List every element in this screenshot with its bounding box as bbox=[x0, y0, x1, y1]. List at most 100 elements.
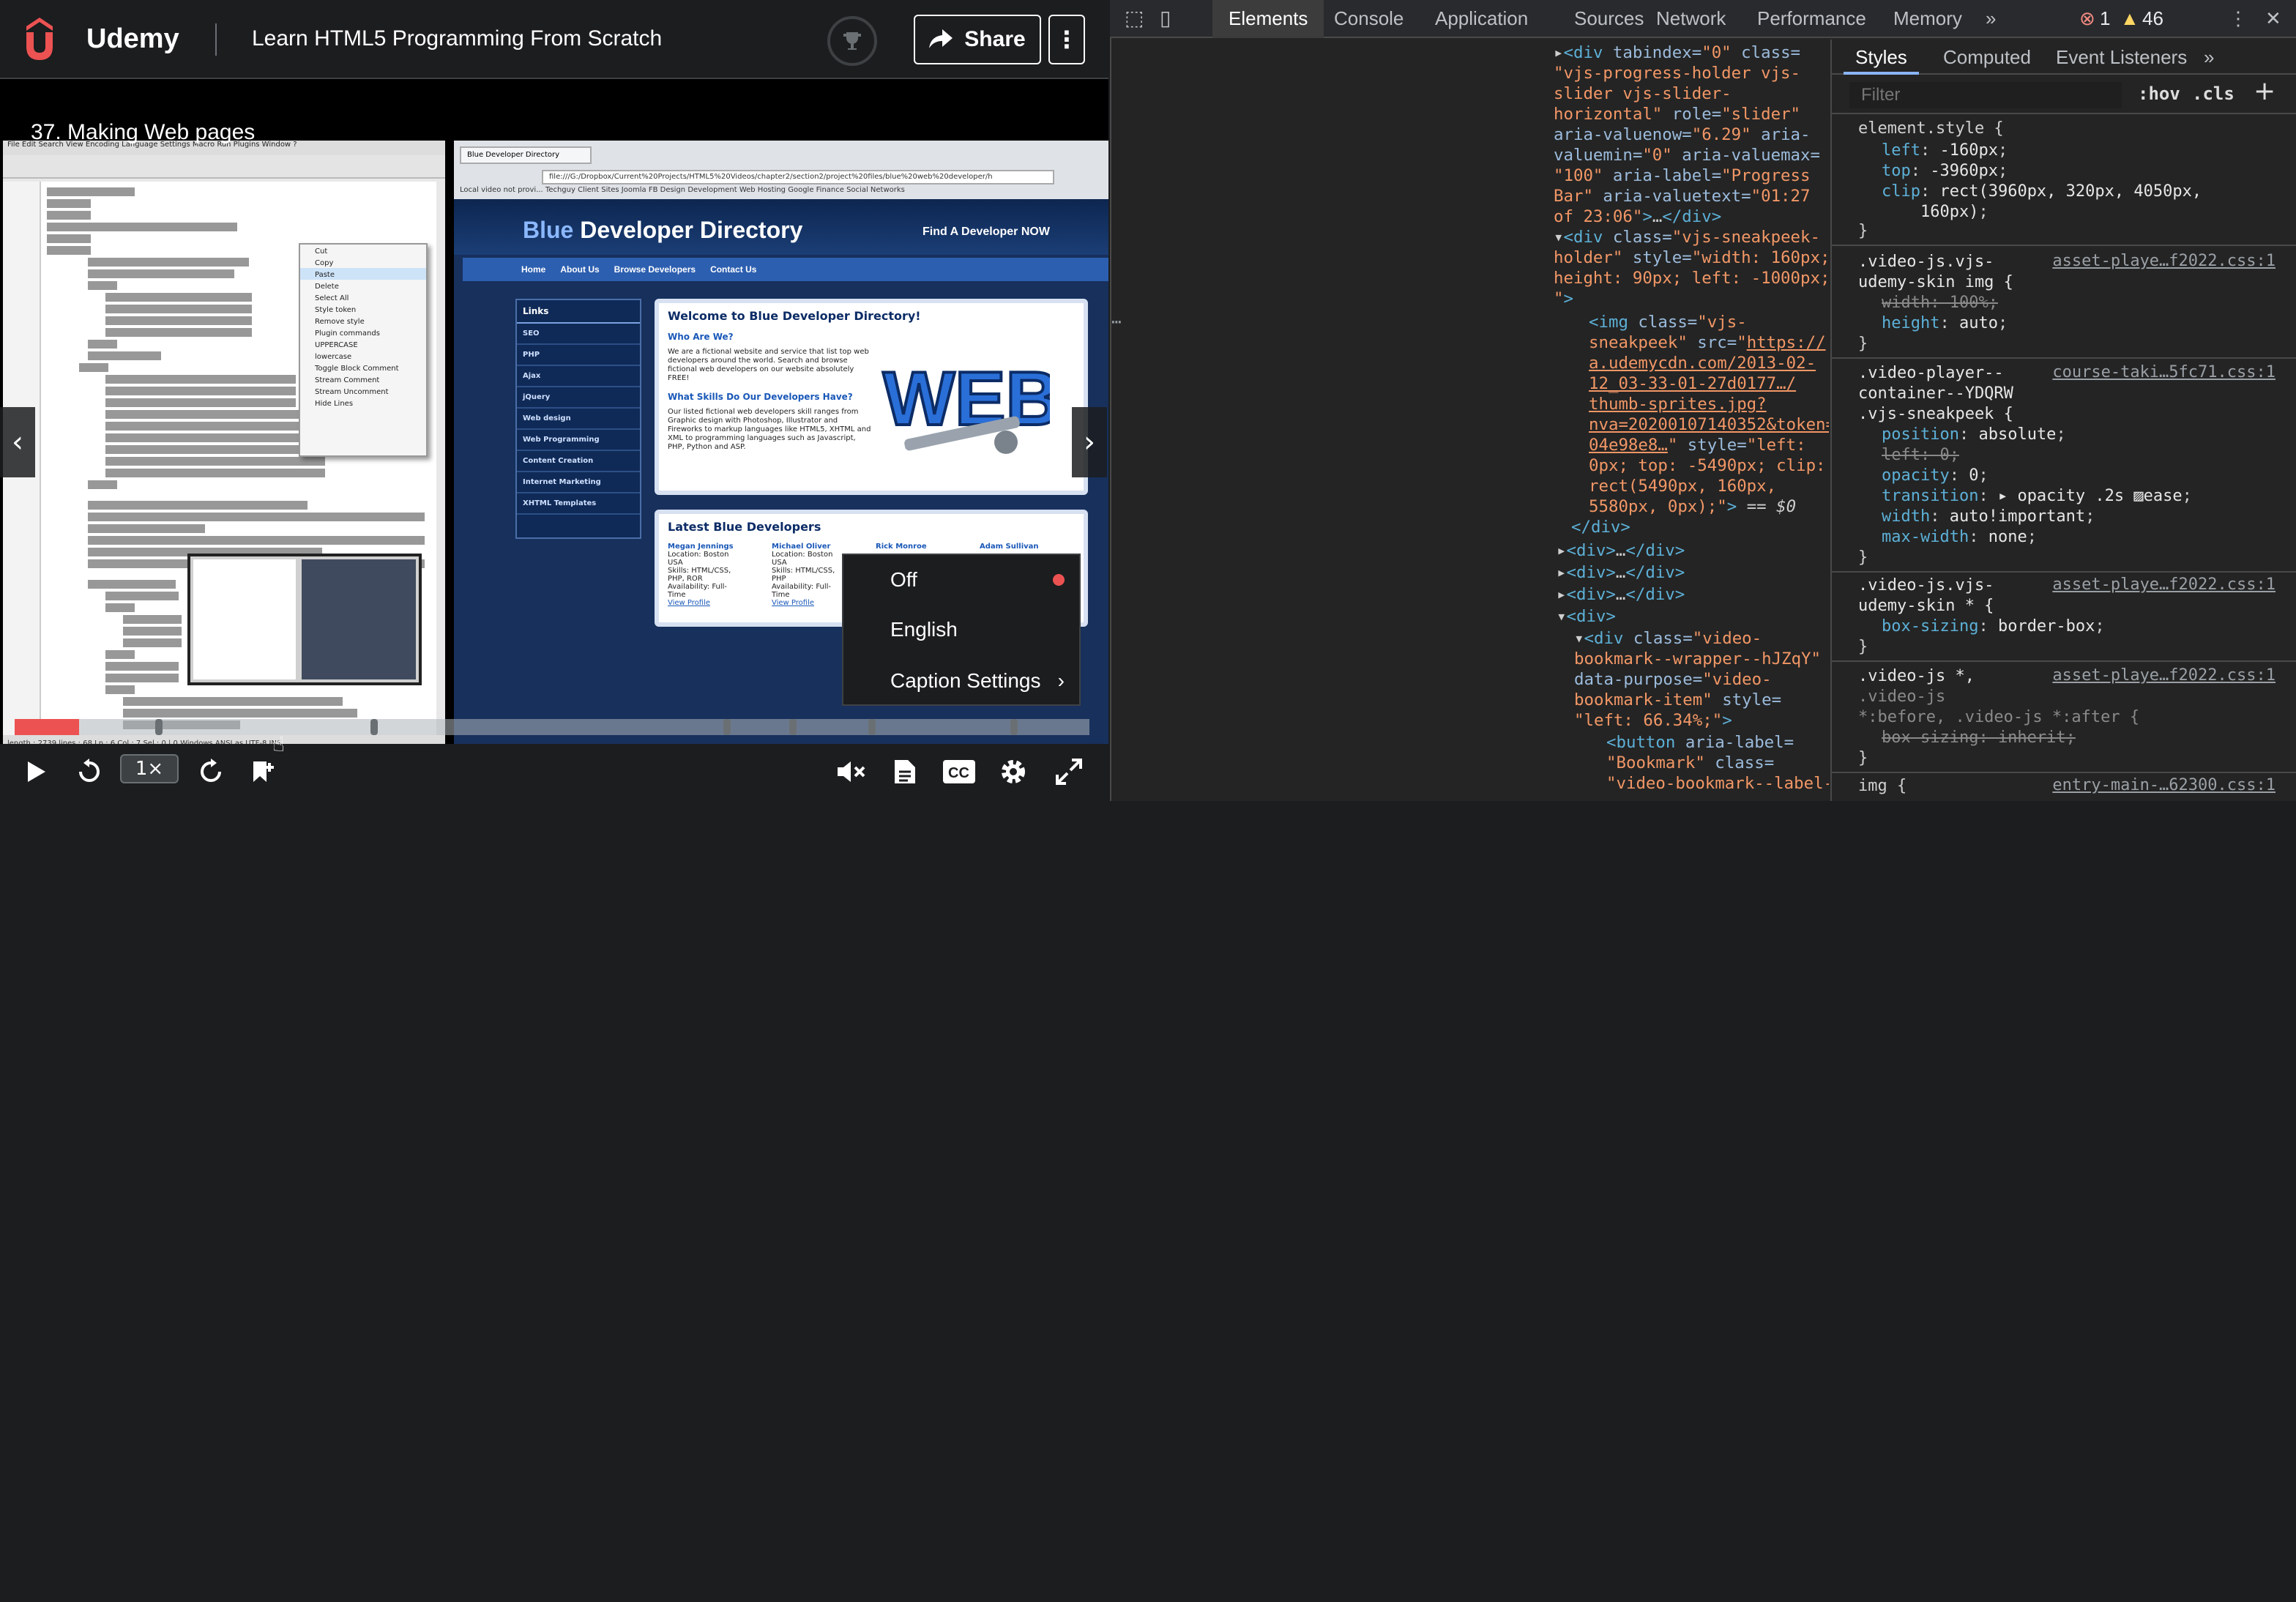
rule-selector[interactable]: *:before, .video-js *:after { bbox=[1858, 707, 2139, 728]
hover-state-toggle[interactable]: :hov bbox=[2138, 83, 2180, 104]
add-rule-icon[interactable]: + bbox=[2254, 76, 2276, 106]
dom-node[interactable]: ▸<div tabindex="0" class= bbox=[1554, 42, 1800, 63]
tab-elements[interactable]: Elements bbox=[1212, 0, 1324, 38]
rule-selector[interactable]: img { bbox=[1858, 776, 1906, 797]
dom-node[interactable]: bookmark-item" style= bbox=[1574, 690, 1781, 710]
devtools-menu-icon[interactable]: ⋮ bbox=[2229, 0, 2248, 38]
more-options-button[interactable]: ⋮ bbox=[1048, 15, 1085, 64]
dom-node[interactable]: aria-valuenow="6.29" aria- bbox=[1554, 124, 1811, 145]
dom-node[interactable]: ▾<div class="vjs-sneakpeek- bbox=[1554, 227, 1820, 247]
dom-node-selected[interactable]: 5580px, 0px);"> == $0 bbox=[1589, 496, 1796, 517]
bookmark-marker[interactable] bbox=[1010, 719, 1018, 735]
rule-selector[interactable]: .vjs-sneakpeek { bbox=[1858, 404, 2013, 425]
tab-sources[interactable]: Sources bbox=[1574, 0, 1644, 38]
rule-source-link[interactable]: asset-playe…f2022.css:1 bbox=[2052, 666, 2276, 685]
error-icon[interactable]: ⊗ bbox=[2079, 0, 2095, 38]
next-lecture-button[interactable]: › bbox=[1072, 407, 1107, 477]
tab-styles[interactable]: Styles bbox=[1844, 40, 1919, 75]
dom-node[interactable]: horizontal" role="slider" bbox=[1554, 104, 1800, 124]
warning-count[interactable]: 46 bbox=[2142, 0, 2163, 38]
tab-console[interactable]: Console bbox=[1334, 0, 1404, 38]
caption-settings-item[interactable]: Caption Settings › bbox=[843, 656, 1082, 706]
rule-property[interactable]: opacity: 0; bbox=[1882, 466, 1988, 486]
warning-icon[interactable]: ▲ bbox=[2120, 0, 2139, 38]
dom-node[interactable]: "Bookmark" class= bbox=[1606, 753, 1774, 773]
fullscreen-button[interactable] bbox=[1051, 754, 1086, 789]
bookmark-marker[interactable] bbox=[789, 719, 797, 735]
dom-node[interactable]: "vjs-progress-holder vjs- bbox=[1554, 63, 1800, 83]
rule-property[interactable]: 160px); bbox=[1882, 202, 1988, 223]
tab-computed[interactable]: Computed bbox=[1943, 40, 2031, 75]
rule-source-link[interactable]: asset-playe…f2022.css:1 bbox=[2052, 252, 2276, 270]
rule-property[interactable]: position: absolute; bbox=[1882, 425, 2066, 445]
dom-node[interactable]: ▾<div class="video- bbox=[1574, 628, 1762, 649]
tab-memory[interactable]: Memory bbox=[1893, 0, 1962, 38]
rule-property[interactable]: box-sizing: border-box; bbox=[1882, 616, 2105, 637]
rule-property[interactable]: max-width: none; bbox=[1882, 527, 2037, 548]
dom-node[interactable]: Bar" aria-valuetext="01:27 bbox=[1554, 186, 1811, 206]
dom-node[interactable]: "> bbox=[1554, 288, 1573, 309]
dom-node-selected[interactable]: rect(5490px, 160px, bbox=[1589, 476, 1776, 496]
rule-property[interactable]: left: -160px; bbox=[1882, 141, 2008, 161]
progress-trophy-button[interactable] bbox=[827, 16, 877, 66]
dom-node-selected[interactable]: thumb-sprites.jpg? bbox=[1589, 394, 1767, 414]
more-tabs-icon[interactable]: » bbox=[2204, 40, 2214, 75]
rule-property[interactable]: width: 100%; bbox=[1882, 293, 1998, 313]
tab-application[interactable]: Application bbox=[1435, 0, 1528, 38]
rule-property[interactable]: box-sizing: inherit; bbox=[1882, 728, 2076, 748]
forward-button[interactable] bbox=[193, 754, 228, 789]
dom-node[interactable]: "100" aria-label="Progress bbox=[1554, 165, 1811, 186]
rule-property[interactable]: transition: ▸ opacity .2s ▨ease; bbox=[1882, 486, 2192, 507]
bookmark-marker[interactable] bbox=[155, 719, 163, 735]
rule-source-link[interactable]: course-taki…5fc71.css:1 bbox=[2052, 363, 2276, 381]
caption-option-off[interactable]: Off bbox=[843, 555, 1082, 605]
course-title[interactable]: Learn HTML5 Programming From Scratch bbox=[252, 26, 662, 51]
brand-name[interactable]: Udemy bbox=[86, 23, 179, 55]
dom-node-selected[interactable]: 04e98e8…" style="left: bbox=[1589, 435, 1806, 455]
rule-selector[interactable]: container--YDQRW bbox=[1858, 384, 2013, 404]
rule-property[interactable]: width: auto!important; bbox=[1882, 507, 2095, 527]
dom-node[interactable]: bookmark--wrapper--hJZqY" bbox=[1574, 649, 1821, 669]
bookmark-marker[interactable] bbox=[868, 719, 876, 735]
inspect-element-icon[interactable]: ⬚ bbox=[1125, 0, 1144, 38]
rule-property[interactable]: height: auto; bbox=[1882, 313, 2008, 334]
class-toggle[interactable]: .cls bbox=[2192, 83, 2234, 104]
rule-source-link[interactable]: entry-main-…62300.css:1 bbox=[2052, 776, 2276, 794]
device-toolbar-icon[interactable]: ▯ bbox=[1160, 0, 1171, 38]
dom-node[interactable]: <button aria-label= bbox=[1606, 732, 1794, 753]
bookmark-marker[interactable] bbox=[723, 719, 731, 735]
dom-node[interactable]: ▸<div>…</div> bbox=[1557, 540, 1685, 561]
rule-selector[interactable]: element.style { bbox=[1858, 119, 2004, 139]
dom-node-selected[interactable]: 0px; top: -5490px; clip: bbox=[1589, 455, 1826, 476]
rule-selector[interactable]: .video-js.vjs- bbox=[1858, 575, 1994, 596]
rule-property[interactable]: left: 0; bbox=[1882, 445, 1959, 466]
dom-node[interactable]: </div> bbox=[1571, 517, 1630, 537]
rule-selector[interactable]: udemy-skin img { bbox=[1858, 272, 2013, 293]
rule-property[interactable]: clip: rect(3960px, 320px, 4050px, bbox=[1882, 182, 2202, 202]
rule-selector[interactable]: .video-js *, bbox=[1858, 666, 1975, 687]
rule-selector[interactable]: udemy-skin * { bbox=[1858, 596, 1994, 616]
tab-network[interactable]: Network bbox=[1656, 0, 1726, 38]
udemy-logo-icon[interactable] bbox=[18, 12, 70, 64]
settings-button[interactable] bbox=[996, 754, 1031, 789]
rewind-button[interactable] bbox=[72, 754, 107, 789]
dom-node[interactable]: holder" style="width: 160px; bbox=[1554, 247, 1829, 268]
dom-node[interactable]: height: 90px; left: -1000px; bbox=[1554, 268, 1829, 288]
dom-node[interactable]: ▾<div> bbox=[1557, 606, 1616, 627]
styles-filter-input[interactable] bbox=[1849, 82, 2122, 108]
dom-node-selected[interactable]: a.udemycdn.com/2013-02- bbox=[1589, 353, 1816, 373]
play-button[interactable] bbox=[18, 754, 53, 789]
rule-selector[interactable]: .video-js bbox=[1858, 687, 1945, 707]
progress-bar[interactable] bbox=[15, 719, 1089, 735]
dom-node[interactable]: slider vjs-slider- bbox=[1554, 83, 1732, 104]
previous-lecture-button[interactable]: ‹ bbox=[0, 407, 35, 477]
dom-node[interactable]: valuemin="0" aria-valuemax= bbox=[1554, 145, 1820, 165]
dom-node[interactable]: ▸<div>…</div> bbox=[1557, 584, 1685, 605]
caption-option-english[interactable]: English bbox=[843, 605, 1082, 655]
close-icon[interactable]: ✕ bbox=[2265, 0, 2281, 38]
dom-node[interactable]: "left: 66.34%;"> bbox=[1574, 710, 1732, 731]
dom-node[interactable]: ▸<div>…</div> bbox=[1557, 562, 1685, 583]
captions-button[interactable]: CC bbox=[942, 754, 977, 789]
ellipsis-icon[interactable]: ⋯ bbox=[1111, 312, 1121, 332]
add-bookmark-button[interactable] bbox=[246, 754, 281, 789]
